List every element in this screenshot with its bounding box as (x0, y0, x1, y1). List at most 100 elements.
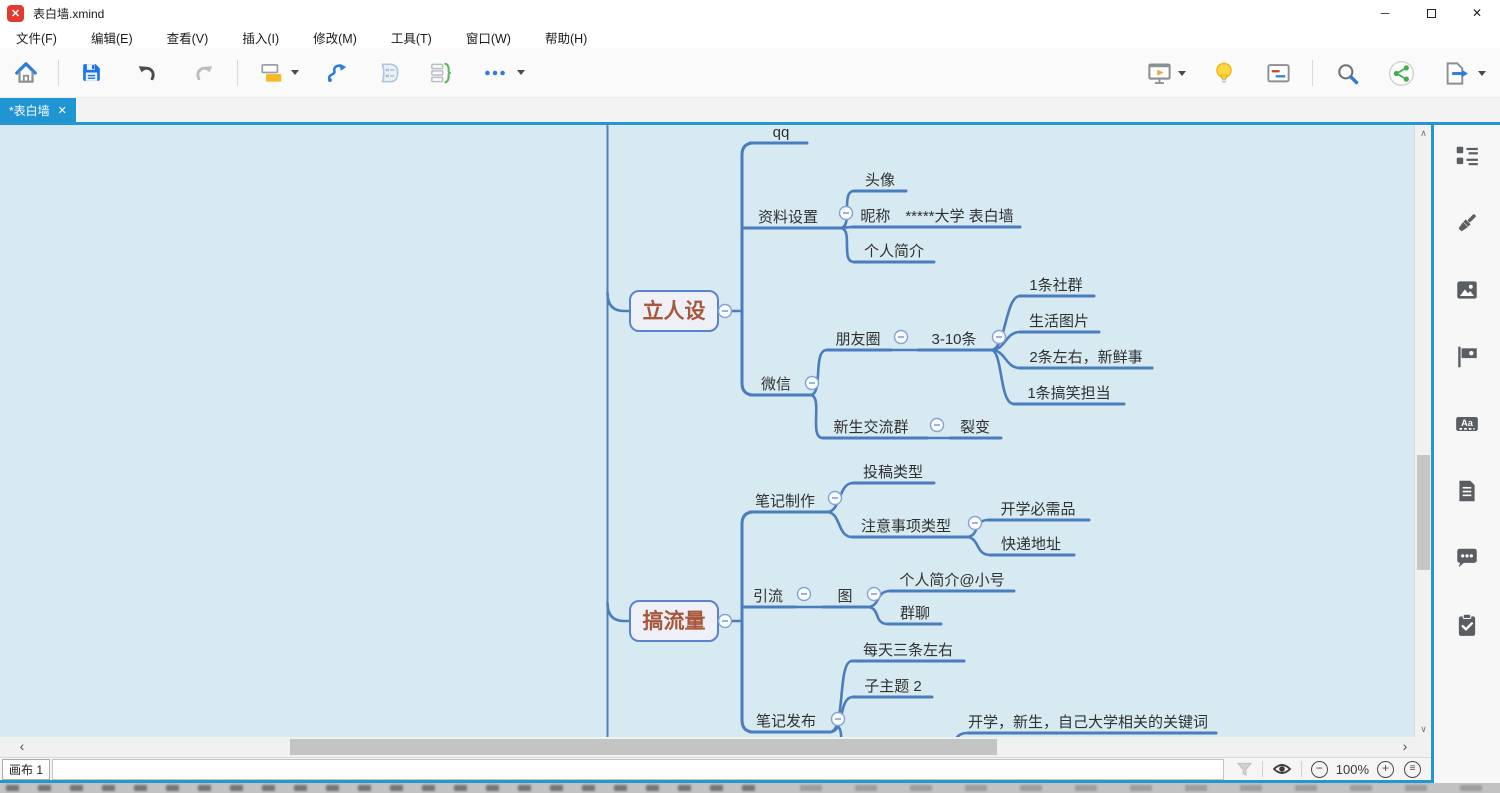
boundary-button[interactable] (375, 59, 403, 87)
horizontal-scroll-thumb[interactable] (290, 739, 997, 755)
tasks-panel-button[interactable] (1454, 611, 1481, 638)
vertical-scrollbar[interactable]: ∧ ∨ (1414, 125, 1431, 737)
node-guanjianci[interactable]: 开学，新生，自己大学相关的关键词 (968, 714, 1216, 733)
collapse-toggle-zhuyi[interactable] (969, 517, 982, 530)
close-button[interactable]: ✕ (1454, 0, 1500, 26)
collapse-toggle-weixin[interactable] (806, 377, 819, 390)
collapse-toggle-xinsheng[interactable] (931, 419, 944, 432)
summary-button[interactable] (427, 59, 455, 87)
maximize-button[interactable] (1408, 0, 1454, 26)
horizontal-scrollbar[interactable]: ‹ › (0, 737, 1431, 757)
home-button[interactable] (12, 59, 40, 87)
node-kuaididizhi[interactable]: 快递地址 (990, 536, 1074, 555)
undo-button[interactable] (133, 59, 161, 87)
node-yinliu[interactable]: 引流 (742, 588, 795, 607)
node-tougaoleixing[interactable]: 投稿类型 (853, 464, 934, 483)
tab-close-icon[interactable]: ✕ (58, 104, 67, 117)
redo-button[interactable] (189, 59, 217, 87)
node-tu[interactable]: 图 (823, 588, 867, 607)
menu-help[interactable]: 帮助(H) (535, 26, 597, 49)
filter-icon[interactable] (1236, 761, 1253, 777)
node-meitiansantiao[interactable]: 每天三条左右 (852, 642, 964, 661)
node-lirenshe[interactable]: 立人设 (630, 291, 718, 331)
node-bijizhizuo[interactable]: 笔记制作 (750, 493, 827, 512)
relationship-button[interactable] (323, 59, 351, 87)
node-touxiang[interactable]: 头像 (854, 172, 906, 191)
zoom-out-button[interactable]: − (1311, 761, 1328, 778)
node-qq[interactable]: qq (750, 125, 807, 143)
collapse-toggle-yinliu[interactable] (798, 588, 811, 601)
node-xinshengjiaoliuqun[interactable]: 新生交流群 (823, 418, 927, 438)
node-nicheng[interactable]: 昵称 *****大学 表白墙 (852, 208, 1020, 227)
slide-button[interactable] (1264, 59, 1292, 87)
node-qunliao[interactable]: 群聊 (888, 605, 941, 624)
zoom-menu-button[interactable]: ≡ (1404, 761, 1421, 778)
outline-panel-button[interactable] (1454, 142, 1481, 169)
node-zhuyishixiang[interactable]: 注意事项类型 (852, 517, 966, 537)
collapse-toggle-bijifabu[interactable] (832, 713, 845, 726)
collapse-toggle-3-10tiao[interactable] (993, 331, 1006, 344)
menu-file[interactable]: 文件(F) (6, 26, 67, 49)
toolbar-separator (1312, 60, 1313, 86)
more-tools-button[interactable] (481, 59, 509, 87)
menu-tools[interactable]: 工具(T) (381, 26, 442, 49)
node-gerenjianjie[interactable]: 个人简介 (854, 243, 934, 262)
format-panel-button[interactable] (1454, 209, 1481, 236)
outline-icon (1454, 143, 1480, 169)
node-3-10tiao[interactable]: 3-10条 (918, 331, 991, 350)
node-gaoliuliang[interactable]: 搞流量 (630, 601, 718, 641)
sheet-tab-strip[interactable] (52, 759, 1224, 780)
export-icon (1442, 60, 1469, 87)
node-kaixuebixupin[interactable]: 开学必需品 (988, 501, 1089, 520)
node-liebian[interactable]: 裂变 (950, 419, 1001, 438)
node-shenghuotupian[interactable]: 生活图片 (1020, 313, 1099, 332)
menu-modify[interactable]: 修改(M) (303, 26, 367, 49)
zoom-in-button[interactable]: + (1377, 761, 1394, 778)
node-xiaohao[interactable]: 个人简介@小号 (890, 572, 1014, 591)
notes-panel-button[interactable] (1454, 477, 1481, 504)
more-tools-caret-icon[interactable] (517, 70, 525, 75)
collapse-toggle-gaoliuliang[interactable] (719, 615, 732, 628)
share-button[interactable] (1387, 59, 1415, 87)
menu-view[interactable]: 查看(V) (157, 26, 219, 49)
menu-edit[interactable]: 编辑(E) (81, 26, 143, 49)
presentation-caret-icon[interactable] (1178, 71, 1186, 76)
mindmap-canvas[interactable]: 立人设 搞流量 qq 资料设置 (0, 125, 1431, 737)
node-2tiaozuoyou[interactable]: 2条左右，新鲜事 (1020, 349, 1152, 368)
scroll-left-icon[interactable]: ‹ (12, 737, 32, 757)
scroll-up-icon[interactable]: ∧ (1415, 125, 1431, 141)
topic-shape-button[interactable] (258, 59, 286, 87)
markers-panel-button[interactable] (1454, 343, 1481, 370)
scroll-down-icon[interactable]: ∨ (1415, 721, 1431, 737)
menu-insert[interactable]: 插入(I) (232, 26, 289, 49)
collapse-toggle-pengyouquan[interactable] (895, 331, 908, 344)
node-ziliaoshezhi[interactable]: 资料设置 (742, 209, 840, 228)
collapse-toggle-tu[interactable] (868, 588, 881, 601)
search-button[interactable] (1333, 59, 1361, 87)
idea-button[interactable] (1210, 59, 1238, 87)
collapse-toggle-lirenshe[interactable] (719, 305, 732, 318)
tab-biaobaiqiang[interactable]: *表白墙 ✕ (0, 98, 76, 122)
export-caret-icon[interactable] (1478, 71, 1486, 76)
node-bijifabu[interactable]: 笔记发布 (750, 713, 830, 732)
eye-icon[interactable] (1272, 762, 1292, 776)
topic-shape-caret-icon[interactable] (291, 70, 299, 75)
scroll-right-icon[interactable]: › (1395, 737, 1415, 757)
sheet-tab-canvas1[interactable]: 画布 1 (2, 759, 50, 780)
vertical-scroll-thumb[interactable] (1417, 455, 1430, 570)
node-1tiaoshequn[interactable]: 1条社群 (1020, 277, 1094, 296)
minimize-button[interactable]: ─ (1362, 0, 1408, 26)
node-1tiaogaoxiao[interactable]: 1条搞笑担当 (1014, 385, 1124, 404)
menu-window[interactable]: 窗口(W) (456, 26, 521, 49)
node-zizhuti2[interactable]: 子主题 2 (853, 678, 932, 697)
node-pengyouquan[interactable]: 朋友圈 (827, 331, 891, 350)
export-button[interactable] (1441, 59, 1469, 87)
collapse-toggle-bijizhizuo[interactable] (829, 492, 842, 505)
stickers-panel-button[interactable] (1454, 276, 1481, 303)
collapse-toggle-ziliao[interactable] (840, 207, 853, 220)
save-button[interactable] (77, 59, 105, 87)
presentation-button[interactable] (1145, 59, 1173, 87)
node-weixin[interactable]: 微信 (750, 376, 810, 395)
comments-panel-button[interactable] (1454, 544, 1481, 571)
labels-panel-button[interactable]: Aa (1454, 410, 1481, 437)
